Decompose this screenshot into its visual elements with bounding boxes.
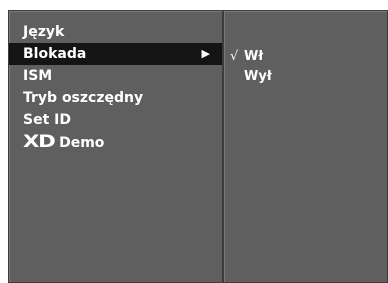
menu-item-label: Język — [23, 24, 65, 40]
menu-item-xd-demo[interactable]: XD Demo — [9, 131, 222, 153]
submenu-item-on[interactable]: √ Wł — [224, 47, 387, 67]
menu-item-power-saving[interactable]: Tryb oszczędny — [9, 87, 222, 109]
osd-menu: Język Blokada ▶ ISM Tryb oszczędny Set I… — [0, 0, 388, 283]
main-menu: Język Blokada ▶ ISM Tryb oszczędny Set I… — [9, 21, 222, 153]
menu-item-label: Demo — [59, 135, 105, 151]
menu-item-label: ISM — [23, 68, 53, 84]
main-menu-panel: Język Blokada ▶ ISM Tryb oszczędny Set I… — [8, 10, 223, 283]
submenu-panel: √ Wł Wył — [223, 10, 388, 283]
submenu-item-label: Wył — [244, 69, 272, 84]
submenu: √ Wł Wył — [224, 47, 387, 87]
submenu-item-label: Wł — [244, 49, 264, 64]
xd-logo: XD — [23, 132, 56, 152]
menu-item-lock[interactable]: Blokada ▶ — [9, 43, 222, 65]
menu-item-language[interactable]: Język — [9, 21, 222, 43]
menu-item-ism[interactable]: ISM — [9, 65, 222, 87]
checkmark-icon: √ — [230, 49, 239, 64]
submenu-item-off[interactable]: Wył — [224, 67, 387, 87]
arrow-right-icon: ▶ — [201, 47, 210, 60]
menu-item-label: Blokada — [23, 46, 87, 62]
menu-item-label: Set ID — [23, 112, 71, 128]
menu-item-label: Tryb oszczędny — [23, 90, 144, 106]
menu-item-set-id[interactable]: Set ID — [9, 109, 222, 131]
